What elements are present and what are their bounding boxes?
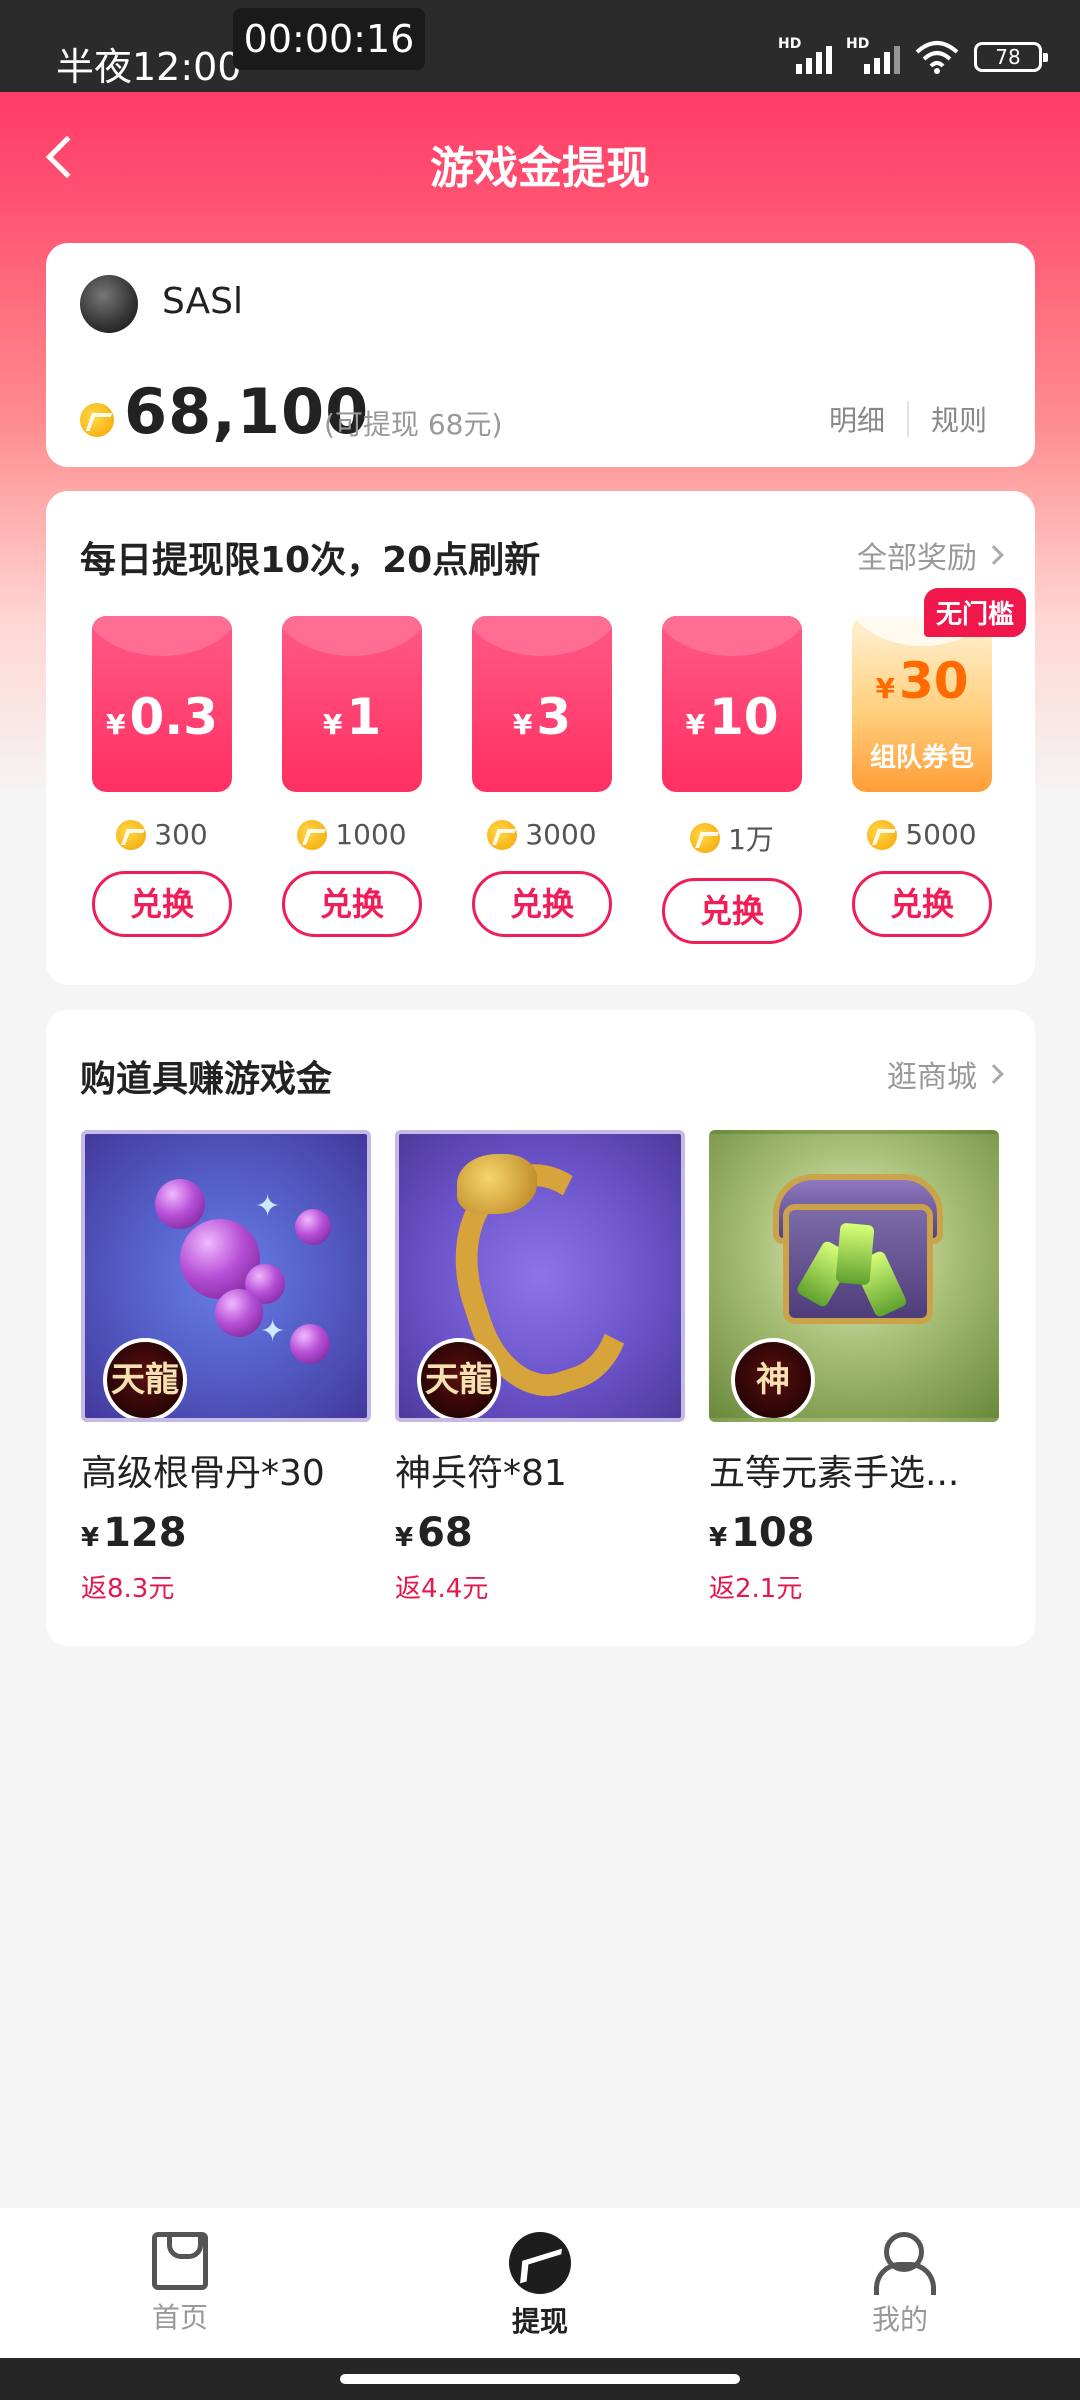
- bottom-nav: 首页 提现 我的: [0, 2208, 1080, 2358]
- nav-withdraw[interactable]: 提现: [460, 2232, 620, 2340]
- account-links: 明细 规则: [829, 399, 987, 439]
- detail-link[interactable]: 明细: [829, 399, 885, 439]
- packet-amount: ¥0.3: [105, 688, 219, 746]
- product-price: ¥108: [709, 1510, 815, 1556]
- packet-amount: ¥10: [685, 688, 779, 746]
- battery-icon: 78: [974, 42, 1048, 72]
- red-packet[interactable]: ¥3: [472, 616, 612, 792]
- coin-icon: [487, 819, 518, 850]
- shop-section-title: 购道具赚游戏金: [80, 1059, 333, 1100]
- coin-icon: [116, 819, 147, 850]
- red-packet[interactable]: ¥0.3: [92, 616, 232, 792]
- product-price: ¥68: [395, 1510, 473, 1556]
- product-image: 神: [709, 1130, 999, 1422]
- coin-icon: [80, 403, 114, 437]
- chevron-right-icon: [984, 1064, 1004, 1084]
- chevron-right-icon: [984, 545, 1004, 565]
- packet-amount: ¥3: [512, 688, 572, 746]
- username: SASl: [162, 281, 243, 322]
- product-name: 神兵符*81: [395, 1453, 567, 1494]
- withdraw-section-title: 每日提现限10次，20点刷新: [80, 540, 541, 581]
- gesture-bar: [0, 2358, 1080, 2400]
- nav-home-label: 首页: [151, 2301, 208, 2334]
- packet-cost: 1000: [282, 818, 422, 851]
- product-image: 天龍: [395, 1130, 685, 1422]
- avatar[interactable]: [80, 275, 138, 333]
- red-packet-item: ¥10 1万 兑换: [662, 616, 802, 944]
- status-bar: 半夜12:00 00:00:16 HD HD 78: [0, 0, 1080, 92]
- nav-withdraw-label: 提现: [511, 2305, 568, 2338]
- red-packet-item: ¥0.3 300 兑换: [92, 616, 232, 937]
- game-logo: 天龍: [103, 1338, 187, 1418]
- withdraw-card: 每日提现限10次，20点刷新 全部奖励 ¥0.3 300 兑换 ¥1 1000 …: [46, 491, 1035, 985]
- home-indicator[interactable]: [340, 2374, 740, 2384]
- exchange-button[interactable]: 兑换: [852, 871, 992, 937]
- signal-icon: HD: [778, 36, 832, 74]
- red-packet[interactable]: ¥10: [662, 616, 802, 792]
- product-price: ¥128: [81, 1510, 187, 1556]
- red-packet-item: 无门槛 ¥30 组队券包 5000 兑换: [852, 588, 1026, 937]
- coin-icon: [867, 819, 898, 850]
- product-name: 五等元素手选...: [709, 1453, 960, 1494]
- shop-card: 购道具赚游戏金 逛商城 ✦ ✦ 天龍 高级根骨丹*30 ¥128 返8.3元 天…: [46, 1010, 1035, 1646]
- coin-icon: [690, 823, 721, 853]
- packet-subtitle: 组队券包: [869, 743, 974, 773]
- red-packet-list: ¥0.3 300 兑换 ¥1 1000 兑换 ¥3 3000 兑换 ¥10 1万…: [92, 588, 1026, 966]
- nav-mine-label: 我的: [871, 2303, 928, 2336]
- divider: [906, 401, 909, 437]
- no-threshold-badge: 无门槛: [923, 588, 1026, 637]
- red-packet-item: ¥1 1000 兑换: [282, 616, 422, 937]
- red-packet[interactable]: ¥1: [282, 616, 422, 792]
- nav-home[interactable]: 首页: [100, 2232, 260, 2336]
- signal-icon-2: HD: [846, 36, 900, 74]
- product-name: 高级根骨丹*30: [81, 1453, 325, 1494]
- exchange-button[interactable]: 兑换: [662, 878, 802, 944]
- exchange-button[interactable]: 兑换: [472, 871, 612, 937]
- product-item[interactable]: 天龍 神兵符*81 ¥68 返4.4元: [395, 1130, 685, 1605]
- product-rebate: 返8.3元: [81, 1574, 175, 1604]
- user-icon: [870, 2232, 936, 2295]
- game-logo: 天龍: [417, 1338, 501, 1418]
- product-rebate: 返2.1元: [709, 1574, 803, 1604]
- packet-cost: 1万: [662, 818, 802, 858]
- status-time: 半夜12:00: [56, 45, 242, 89]
- account-card: SASl 68,100 (可提现 68元) 明细 规则: [46, 243, 1035, 467]
- screen-record-timer: 00:00:16: [233, 8, 425, 70]
- page-header: 游戏金提现: [0, 92, 1080, 222]
- rules-link[interactable]: 规则: [931, 399, 987, 439]
- product-item[interactable]: ✦ ✦ 天龍 高级根骨丹*30 ¥128 返8.3元: [81, 1130, 371, 1605]
- product-image: ✦ ✦ 天龍: [81, 1130, 371, 1422]
- game-logo: 神: [731, 1338, 815, 1418]
- red-packet-item: ¥3 3000 兑换: [472, 616, 612, 937]
- packet-cost: 300: [92, 818, 232, 851]
- product-list: ✦ ✦ 天龍 高级根骨丹*30 ¥128 返8.3元 天龍 神兵符*81 ¥68…: [81, 1130, 1006, 1630]
- coin-icon: [297, 819, 328, 850]
- product-item[interactable]: 神 五等元素手选... ¥108 返2.1元: [709, 1130, 999, 1605]
- bag-icon: [152, 2232, 208, 2290]
- packet-cost: 5000: [852, 818, 992, 851]
- all-rewards-label: 全部奖励: [857, 541, 977, 576]
- all-rewards-link[interactable]: 全部奖励: [857, 533, 1004, 577]
- status-icons: HD HD 78: [778, 36, 1048, 74]
- withdrawable-amount: (可提现 68元): [324, 408, 503, 441]
- product-rebate: 返4.4元: [395, 1574, 489, 1604]
- wifi-icon: [914, 40, 960, 74]
- packet-amount: ¥1: [322, 688, 382, 746]
- nav-mine[interactable]: 我的: [820, 2232, 980, 2338]
- packet-cost: 3000: [472, 818, 612, 851]
- mall-link-label: 逛商城: [887, 1060, 977, 1095]
- mall-link[interactable]: 逛商城: [887, 1052, 1004, 1096]
- page-title: 游戏金提现: [430, 143, 650, 194]
- exchange-button[interactable]: 兑换: [282, 871, 422, 937]
- exchange-button[interactable]: 兑换: [92, 871, 232, 937]
- packet-amount: ¥30: [875, 652, 969, 710]
- withdraw-icon: [509, 2232, 571, 2294]
- team-coupon-packet[interactable]: ¥30 组队券包: [852, 616, 992, 792]
